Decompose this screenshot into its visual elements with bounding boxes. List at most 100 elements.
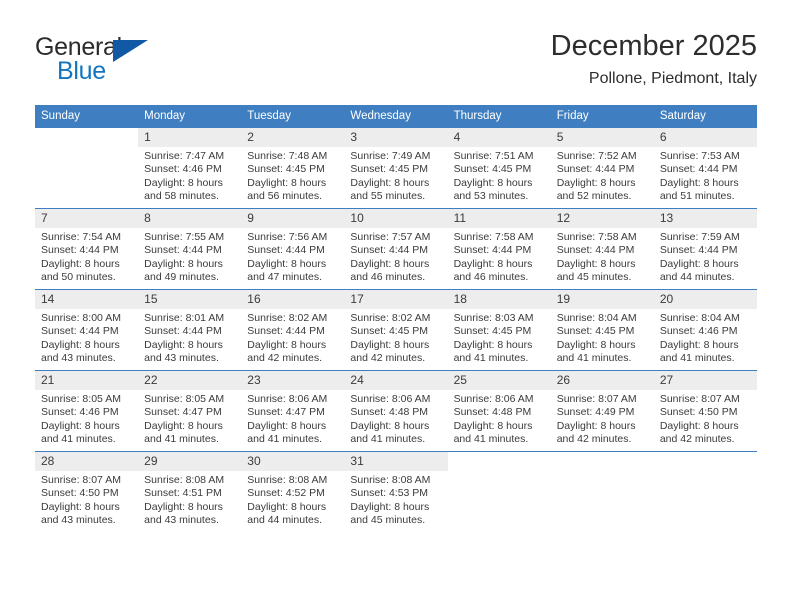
calendar-day-cell[interactable]: 23 Sunrise: 8:06 AM Sunset: 4:47 PM Dayligh… xyxy=(241,370,345,452)
calendar-day-cell[interactable]: 1 Sunrise: 7:47 AM Sunset: 4:46 PM Daylight… xyxy=(138,127,242,209)
calendar-day-cell[interactable]: 10 Sunrise: 7:57 AM Sunset: 4:44 PM Dayligh… xyxy=(344,208,448,290)
calendar-day-cell[interactable]: 26 Sunrise: 8:07 AM Sunset: 4:49 PM Dayligh… xyxy=(550,370,654,452)
calendar-day-cell[interactable]: 15 Sunrise: 8:01 AM Sunset: 4:44 PM Dayligh… xyxy=(138,289,242,371)
daylight-text-line1: Daylight: 8 hours xyxy=(556,176,636,189)
sunrise-text: Sunrise: 8:08 AM xyxy=(247,474,328,486)
calendar-day-cell[interactable]: 29 Sunrise: 8:08 AM Sunset: 4:51 PM Dayligh… xyxy=(138,451,242,532)
day-number: 7 xyxy=(35,209,139,228)
calendar-day-cell[interactable]: 5 Sunrise: 7:52 AM Sunset: 4:44 PM Daylight… xyxy=(550,127,654,209)
calendar-day-cell[interactable]: 19 Sunrise: 8:04 AM Sunset: 4:45 PM Dayligh… xyxy=(550,289,654,371)
calendar-day-cell[interactable]: 13 Sunrise: 7:59 AM Sunset: 4:44 PM Dayligh… xyxy=(653,208,757,290)
day-number xyxy=(653,452,757,471)
calendar-day-cell[interactable]: 14 Sunrise: 8:00 AM Sunset: 4:44 PM Dayligh… xyxy=(35,289,139,371)
sunrise-text: Sunrise: 8:05 AM xyxy=(144,393,225,405)
weekday-header-wednesday: Wednesday xyxy=(344,105,448,128)
sunrise-text: Sunrise: 8:06 AM xyxy=(350,393,431,405)
day-number: 30 xyxy=(241,452,345,471)
calendar-day-cell[interactable]: 18 Sunrise: 8:03 AM Sunset: 4:45 PM Dayligh… xyxy=(447,289,551,371)
calendar-day-cell[interactable]: 2 Sunrise: 7:48 AM Sunset: 4:45 PM Daylight… xyxy=(241,127,345,209)
day-details: Sunrise: 7:59 AM Sunset: 4:44 PM Daylight:… xyxy=(654,228,757,285)
calendar-week-row: 1 Sunrise: 7:47 AM Sunset: 4:46 PM Daylight… xyxy=(35,127,757,209)
calendar-day-cell[interactable]: 27 Sunrise: 8:07 AM Sunset: 4:50 PM Dayligh… xyxy=(653,370,757,452)
sunrise-text: Sunrise: 7:55 AM xyxy=(144,231,225,243)
brand-logo[interactable]: General Blue xyxy=(35,33,255,89)
day-details: Sunrise: 7:53 AM Sunset: 4:44 PM Daylight:… xyxy=(654,147,757,204)
sunset-text: Sunset: 4:44 PM xyxy=(144,325,222,338)
day-number: 13 xyxy=(653,209,757,228)
daylight-text-line1: Daylight: 8 hours xyxy=(350,500,430,513)
daylight-text-line2: and 43 minutes. xyxy=(144,352,219,365)
sunset-text: Sunset: 4:48 PM xyxy=(453,406,532,419)
daylight-text-line2: and 52 minutes. xyxy=(556,190,632,203)
daylight-text-line2: and 42 minutes. xyxy=(556,433,632,446)
day-details: Sunrise: 7:58 AM Sunset: 4:44 PM Daylight:… xyxy=(448,228,551,285)
day-number: 24 xyxy=(344,371,448,390)
calendar-day-cell[interactable]: 7 Sunrise: 7:54 AM Sunset: 4:44 PM Daylight… xyxy=(35,208,139,290)
calendar-day-cell[interactable]: 22 Sunrise: 8:05 AM Sunset: 4:47 PM Dayligh… xyxy=(138,370,242,452)
day-details: Sunrise: 8:01 AM Sunset: 4:44 PM Daylight:… xyxy=(138,309,241,366)
calendar-week-row: 28 Sunrise: 8:07 AM Sunset: 4:50 PM Dayligh… xyxy=(35,451,757,532)
day-details: Sunrise: 7:51 AM Sunset: 4:45 PM Daylight:… xyxy=(448,147,551,204)
sunset-text: Sunset: 4:46 PM xyxy=(659,325,738,338)
daylight-text-line2: and 41 minutes. xyxy=(556,352,632,365)
sunrise-text: Sunrise: 8:02 AM xyxy=(350,312,431,324)
calendar-day-cell[interactable]: 28 Sunrise: 8:07 AM Sunset: 4:50 PM Dayligh… xyxy=(35,451,139,532)
sunset-text: Sunset: 4:45 PM xyxy=(453,163,532,176)
calendar-day-cell[interactable]: 20 Sunrise: 8:04 AM Sunset: 4:46 PM Dayligh… xyxy=(653,289,757,371)
calendar-day-cell[interactable]: 9 Sunrise: 7:56 AM Sunset: 4:44 PM Daylight… xyxy=(241,208,345,290)
calendar-day-cell[interactable]: 30 Sunrise: 8:08 AM Sunset: 4:52 PM Dayligh… xyxy=(241,451,345,532)
day-details: Sunrise: 7:52 AM Sunset: 4:44 PM Daylight:… xyxy=(551,147,654,204)
daylight-text-line1: Daylight: 8 hours xyxy=(350,419,430,432)
calendar-day-cell[interactable]: 17 Sunrise: 8:02 AM Sunset: 4:45 PM Dayligh… xyxy=(344,289,448,371)
sunrise-text: Sunrise: 8:04 AM xyxy=(556,312,637,324)
day-details: Sunrise: 8:07 AM Sunset: 4:50 PM Daylight:… xyxy=(35,471,138,528)
sunrise-text: Sunrise: 7:47 AM xyxy=(144,150,225,162)
sunset-text: Sunset: 4:44 PM xyxy=(247,325,325,338)
calendar-day-cell[interactable]: 21 Sunrise: 8:05 AM Sunset: 4:46 PM Dayligh… xyxy=(35,370,139,452)
sunrise-text: Sunrise: 7:58 AM xyxy=(556,231,637,243)
daylight-text-line2: and 55 minutes. xyxy=(350,190,426,203)
sunset-text: Sunset: 4:49 PM xyxy=(556,406,635,419)
sunrise-text: Sunrise: 7:52 AM xyxy=(556,150,637,162)
daylight-text-line1: Daylight: 8 hours xyxy=(247,500,327,513)
sunrise-text: Sunrise: 7:59 AM xyxy=(659,231,740,243)
day-details: Sunrise: 8:08 AM Sunset: 4:53 PM Daylight:… xyxy=(344,471,447,528)
daylight-text-line1: Daylight: 8 hours xyxy=(144,176,223,189)
calendar-day-cell[interactable]: 24 Sunrise: 8:06 AM Sunset: 4:48 PM Dayligh… xyxy=(344,370,448,452)
daylight-text-line2: and 56 minutes. xyxy=(247,190,322,203)
calendar-body: 1 Sunrise: 7:47 AM Sunset: 4:46 PM Daylight… xyxy=(35,127,757,532)
calendar-day-cell[interactable]: 12 Sunrise: 7:58 AM Sunset: 4:44 PM Dayligh… xyxy=(550,208,654,290)
calendar-day-cell[interactable]: 6 Sunrise: 7:53 AM Sunset: 4:44 PM Daylight… xyxy=(653,127,757,209)
sunset-text: Sunset: 4:45 PM xyxy=(247,163,325,176)
sunset-text: Sunset: 4:45 PM xyxy=(453,325,532,338)
calendar-day-cell[interactable]: 16 Sunrise: 8:02 AM Sunset: 4:44 PM Dayligh… xyxy=(241,289,345,371)
daylight-text-line1: Daylight: 8 hours xyxy=(144,257,223,270)
weekday-header-friday: Friday xyxy=(550,105,654,128)
day-details: Sunrise: 8:04 AM Sunset: 4:45 PM Daylight:… xyxy=(551,309,654,366)
sunset-text: Sunset: 4:44 PM xyxy=(556,244,635,257)
sunrise-text: Sunrise: 8:05 AM xyxy=(41,393,121,405)
day-details: Sunrise: 7:48 AM Sunset: 4:45 PM Daylight:… xyxy=(241,147,344,204)
calendar-day-cell[interactable]: 25 Sunrise: 8:06 AM Sunset: 4:48 PM Dayligh… xyxy=(447,370,551,452)
calendar-day-cell[interactable]: 31 Sunrise: 8:08 AM Sunset: 4:53 PM Dayligh… xyxy=(344,451,448,532)
calendar-day-cell[interactable]: 11 Sunrise: 7:58 AM Sunset: 4:44 PM Dayligh… xyxy=(447,208,551,290)
daylight-text-line2: and 42 minutes. xyxy=(659,433,735,446)
day-details: Sunrise: 7:49 AM Sunset: 4:45 PM Daylight:… xyxy=(344,147,447,204)
sunset-text: Sunset: 4:44 PM xyxy=(659,244,738,257)
sunrise-text: Sunrise: 8:04 AM xyxy=(659,312,740,324)
sunrise-text: Sunrise: 8:00 AM xyxy=(41,312,121,324)
sunset-text: Sunset: 4:44 PM xyxy=(41,244,119,257)
sunrise-text: Sunrise: 8:08 AM xyxy=(350,474,431,486)
daylight-text-line1: Daylight: 8 hours xyxy=(41,338,120,351)
calendar-day-cell[interactable]: 8 Sunrise: 7:55 AM Sunset: 4:44 PM Daylight… xyxy=(138,208,242,290)
daylight-text-line2: and 43 minutes. xyxy=(41,352,116,365)
sunrise-text: Sunrise: 7:49 AM xyxy=(350,150,431,162)
daylight-text-line1: Daylight: 8 hours xyxy=(453,419,533,432)
day-number: 25 xyxy=(447,371,551,390)
day-details: Sunrise: 7:47 AM Sunset: 4:46 PM Daylight:… xyxy=(138,147,241,204)
calendar-week-row: 14 Sunrise: 8:00 AM Sunset: 4:44 PM Dayligh… xyxy=(35,289,757,371)
day-number: 6 xyxy=(653,128,757,147)
day-number: 11 xyxy=(447,209,551,228)
calendar-day-cell[interactable]: 3 Sunrise: 7:49 AM Sunset: 4:45 PM Daylight… xyxy=(344,127,448,209)
calendar-day-cell[interactable]: 4 Sunrise: 7:51 AM Sunset: 4:45 PM Daylight… xyxy=(447,127,551,209)
